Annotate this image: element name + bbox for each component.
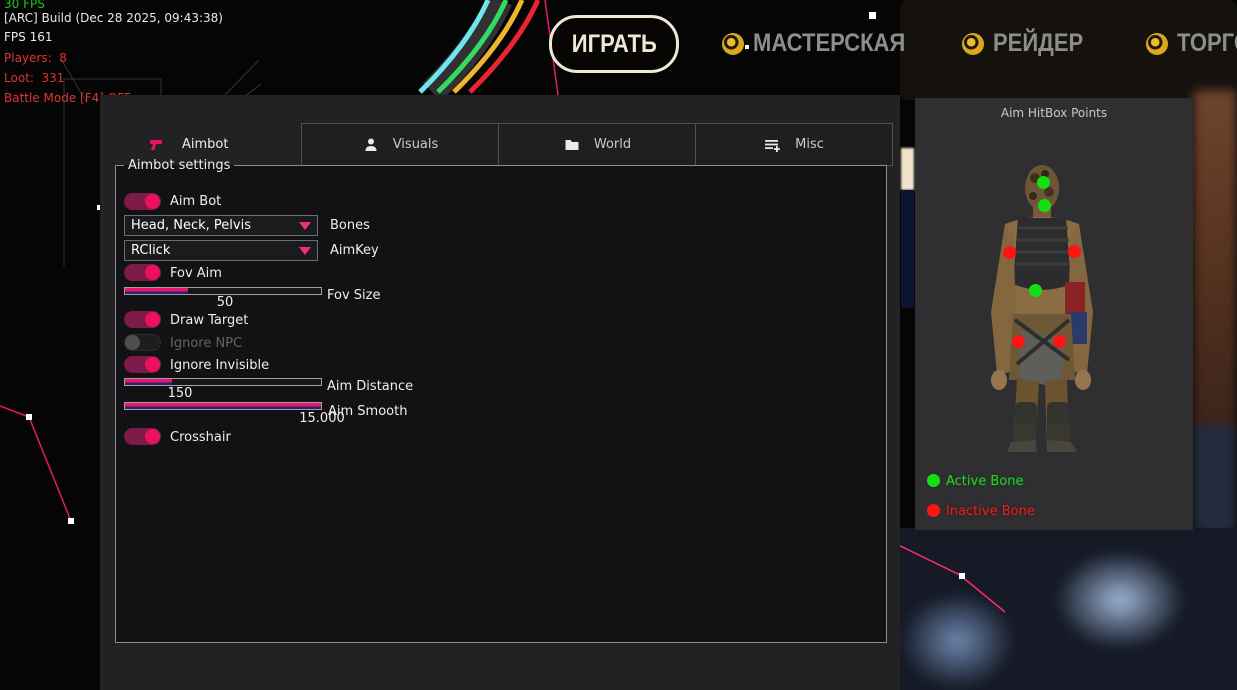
menu-item-label: МАСТЕРСКАЯ bbox=[753, 29, 905, 58]
ignore-npc-toggle[interactable] bbox=[124, 334, 161, 351]
folder-icon bbox=[564, 137, 580, 153]
bg-rust-wall bbox=[1193, 90, 1237, 435]
bone-neck[interactable] bbox=[1038, 199, 1051, 212]
menu-item-workshop[interactable]: МАСТЕРСКАЯ bbox=[722, 29, 926, 58]
aim-distance-value: 150 bbox=[158, 386, 202, 401]
chevron-down-icon bbox=[299, 222, 311, 230]
coin-icon bbox=[962, 33, 984, 55]
fov-size-slider[interactable] bbox=[124, 287, 322, 295]
aimkey-dropdown[interactable]: RClick bbox=[124, 240, 318, 261]
playlist-add-icon bbox=[764, 137, 781, 153]
gun-icon bbox=[148, 137, 164, 153]
fov-size-label: Fov Size bbox=[327, 288, 380, 303]
tab-label: Misc bbox=[795, 137, 824, 152]
aimkey-label: AimKey bbox=[330, 243, 379, 258]
menu-item-label: ТОРГО bbox=[1177, 29, 1237, 58]
group-title: Aimbot settings bbox=[124, 158, 234, 173]
screen: 30 FPS [ARC] Build (Dec 28 2025, 09:43:3… bbox=[0, 0, 1237, 690]
bone-left-arm[interactable] bbox=[1003, 246, 1016, 259]
fov-size-slider-fill bbox=[125, 288, 188, 294]
menu-item-trade[interactable]: ТОРГО bbox=[1146, 29, 1237, 58]
menu-item-raider[interactable]: РЕЙДЕР bbox=[962, 29, 1095, 58]
active-bone-label: Active Bone bbox=[946, 474, 1023, 489]
aim-distance-slider-fill bbox=[125, 379, 172, 385]
bg-bottom-blob1 bbox=[1055, 550, 1185, 650]
bones-label: Bones bbox=[330, 218, 370, 233]
hud-fps-overlay: 30 FPS bbox=[4, 0, 45, 11]
fov-aim-toggle[interactable] bbox=[124, 264, 161, 281]
aim-smooth-value: 15.000 bbox=[292, 411, 352, 426]
aim-distance-label: Aim Distance bbox=[327, 379, 413, 394]
bone-left-thigh[interactable] bbox=[1012, 335, 1025, 348]
aim-distance-slider[interactable] bbox=[124, 378, 322, 386]
chevron-down-icon bbox=[299, 247, 311, 255]
hitbox-panel-title: Aim HitBox Points bbox=[915, 106, 1193, 120]
bg-gap-navy bbox=[901, 190, 914, 308]
draw-target-label: Draw Target bbox=[170, 313, 248, 328]
fov-size-value: 50 bbox=[205, 295, 245, 310]
crosshair-label: Crosshair bbox=[170, 430, 231, 445]
bg-bottom-blob2 bbox=[900, 592, 1015, 690]
hud-loot: Loot: 331 bbox=[4, 71, 64, 85]
hud-build: [ARC] Build (Dec 28 2025, 09:43:38) bbox=[4, 11, 223, 25]
bone-right-thigh[interactable] bbox=[1053, 335, 1066, 348]
crosshair-toggle[interactable] bbox=[124, 428, 161, 445]
active-bone-dot bbox=[927, 474, 940, 487]
menu-item-label: РЕЙДЕР bbox=[993, 29, 1083, 58]
inactive-bone-label: Inactive Bone bbox=[946, 504, 1035, 519]
bone-head[interactable] bbox=[1037, 176, 1050, 189]
person-icon bbox=[363, 137, 379, 153]
tab-label: World bbox=[594, 137, 631, 152]
ignore-npc-label: Ignore NPC bbox=[170, 336, 242, 351]
aim-smooth-slider[interactable] bbox=[124, 402, 322, 410]
bg-gap-bright bbox=[901, 148, 914, 190]
bones-dropdown[interactable]: Head, Neck, Pelvis bbox=[124, 215, 318, 236]
bone-right-arm[interactable] bbox=[1068, 245, 1081, 258]
coin-icon bbox=[722, 33, 744, 55]
coin-icon bbox=[1146, 33, 1168, 55]
bg-right-mid bbox=[1193, 425, 1237, 535]
play-button-label: ИГРАТЬ bbox=[571, 30, 656, 59]
draw-target-toggle[interactable] bbox=[124, 311, 161, 328]
aim-bot-toggle[interactable] bbox=[124, 193, 161, 210]
bone-pelvis[interactable] bbox=[1029, 284, 1042, 297]
ignore-invisible-label: Ignore Invisible bbox=[170, 358, 269, 373]
bones-dropdown-value: Head, Neck, Pelvis bbox=[131, 218, 251, 233]
play-button[interactable]: ИГРАТЬ bbox=[549, 15, 679, 73]
tab-label: Visuals bbox=[393, 137, 439, 152]
fov-aim-label: Fov Aim bbox=[170, 266, 222, 281]
tab-label: Aimbot bbox=[182, 137, 228, 152]
inactive-bone-dot bbox=[927, 504, 940, 517]
hud-players: Players: 8 bbox=[4, 51, 67, 65]
hud-fps: FPS 161 bbox=[4, 30, 52, 44]
ignore-invisible-toggle[interactable] bbox=[124, 356, 161, 373]
aimkey-dropdown-value: RClick bbox=[131, 243, 170, 258]
aim-smooth-slider-fill bbox=[125, 403, 321, 409]
aim-bot-label: Aim Bot bbox=[170, 194, 221, 209]
